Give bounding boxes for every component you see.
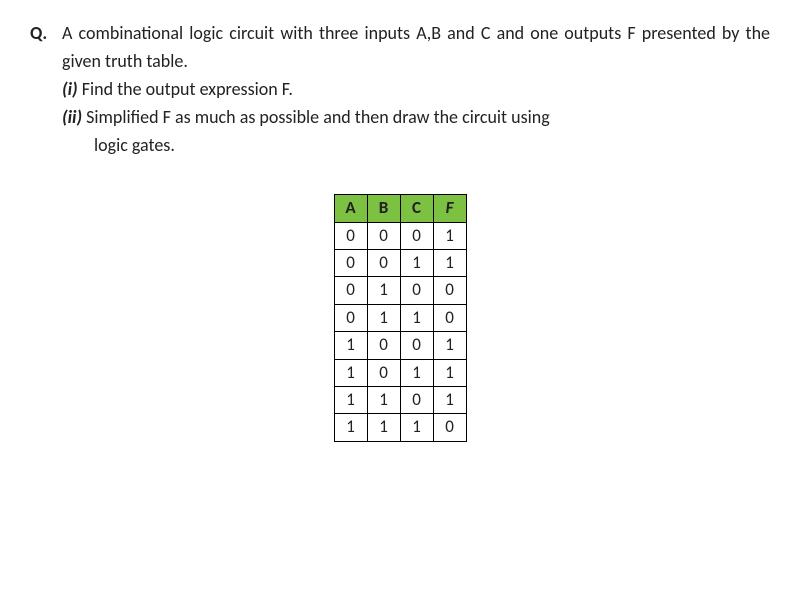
cell: 0 bbox=[400, 332, 433, 359]
col-header-b: B bbox=[367, 195, 400, 222]
cell: 1 bbox=[400, 304, 433, 331]
cell: 1 bbox=[367, 386, 400, 413]
cell: 1 bbox=[433, 250, 466, 277]
cell: 0 bbox=[400, 222, 433, 249]
cell: 0 bbox=[334, 250, 367, 277]
part-label: (ii) bbox=[62, 106, 82, 128]
question-part-i: (i) Find the output expression F. bbox=[30, 76, 770, 104]
cell: 1 bbox=[334, 332, 367, 359]
cell: 0 bbox=[334, 222, 367, 249]
question-part-ii: (ii) Simplified F as much as possible an… bbox=[30, 104, 770, 132]
part-label: (i) bbox=[62, 78, 78, 100]
cell: 0 bbox=[367, 359, 400, 386]
question-label: Q. bbox=[30, 20, 58, 48]
table-row: 1 0 0 1 bbox=[334, 332, 466, 359]
cell: 1 bbox=[367, 414, 400, 441]
cell: 0 bbox=[400, 277, 433, 304]
cell: 1 bbox=[400, 414, 433, 441]
cell: 0 bbox=[400, 386, 433, 413]
cell: 1 bbox=[433, 359, 466, 386]
part-text: Find the output expression F. bbox=[82, 78, 293, 100]
table-row: 0 0 0 1 bbox=[334, 222, 466, 249]
cell: 1 bbox=[367, 304, 400, 331]
cell: 0 bbox=[334, 277, 367, 304]
cell: 1 bbox=[400, 250, 433, 277]
cell: 0 bbox=[367, 250, 400, 277]
cell: 1 bbox=[334, 359, 367, 386]
cell: 0 bbox=[367, 332, 400, 359]
cell: 1 bbox=[433, 332, 466, 359]
table-header-row: A B C F bbox=[334, 195, 466, 222]
col-header-c: C bbox=[400, 195, 433, 222]
cell: 0 bbox=[334, 304, 367, 331]
table-row: 1 1 0 1 bbox=[334, 386, 466, 413]
cell: 1 bbox=[400, 359, 433, 386]
question-block: Q. A combinational logic circuit with th… bbox=[30, 20, 770, 159]
question-main-text: A combinational logic circuit with three… bbox=[30, 20, 770, 76]
table-row: 0 1 1 0 bbox=[334, 304, 466, 331]
truth-table: A B C F 0 0 0 1 0 0 1 1 0 1 0 0 0 1 1 0 bbox=[334, 194, 467, 441]
table-row: 1 0 1 1 bbox=[334, 359, 466, 386]
col-header-f: F bbox=[433, 195, 466, 222]
table-row: 1 1 1 0 bbox=[334, 414, 466, 441]
cell: 1 bbox=[433, 386, 466, 413]
col-header-a: A bbox=[334, 195, 367, 222]
cell: 1 bbox=[334, 386, 367, 413]
table-row: 0 1 0 0 bbox=[334, 277, 466, 304]
cell: 1 bbox=[334, 414, 367, 441]
cell: 1 bbox=[433, 222, 466, 249]
part-text: Simplified F as much as possible and the… bbox=[86, 106, 550, 128]
cell: 0 bbox=[433, 414, 466, 441]
cell: 0 bbox=[367, 222, 400, 249]
table-row: 0 0 1 1 bbox=[334, 250, 466, 277]
cell: 1 bbox=[367, 277, 400, 304]
table-body: 0 0 0 1 0 0 1 1 0 1 0 0 0 1 1 0 1 0 0 1 bbox=[334, 222, 466, 441]
part-text-continuation: logic gates. bbox=[30, 132, 770, 160]
cell: 0 bbox=[433, 277, 466, 304]
cell: 0 bbox=[433, 304, 466, 331]
